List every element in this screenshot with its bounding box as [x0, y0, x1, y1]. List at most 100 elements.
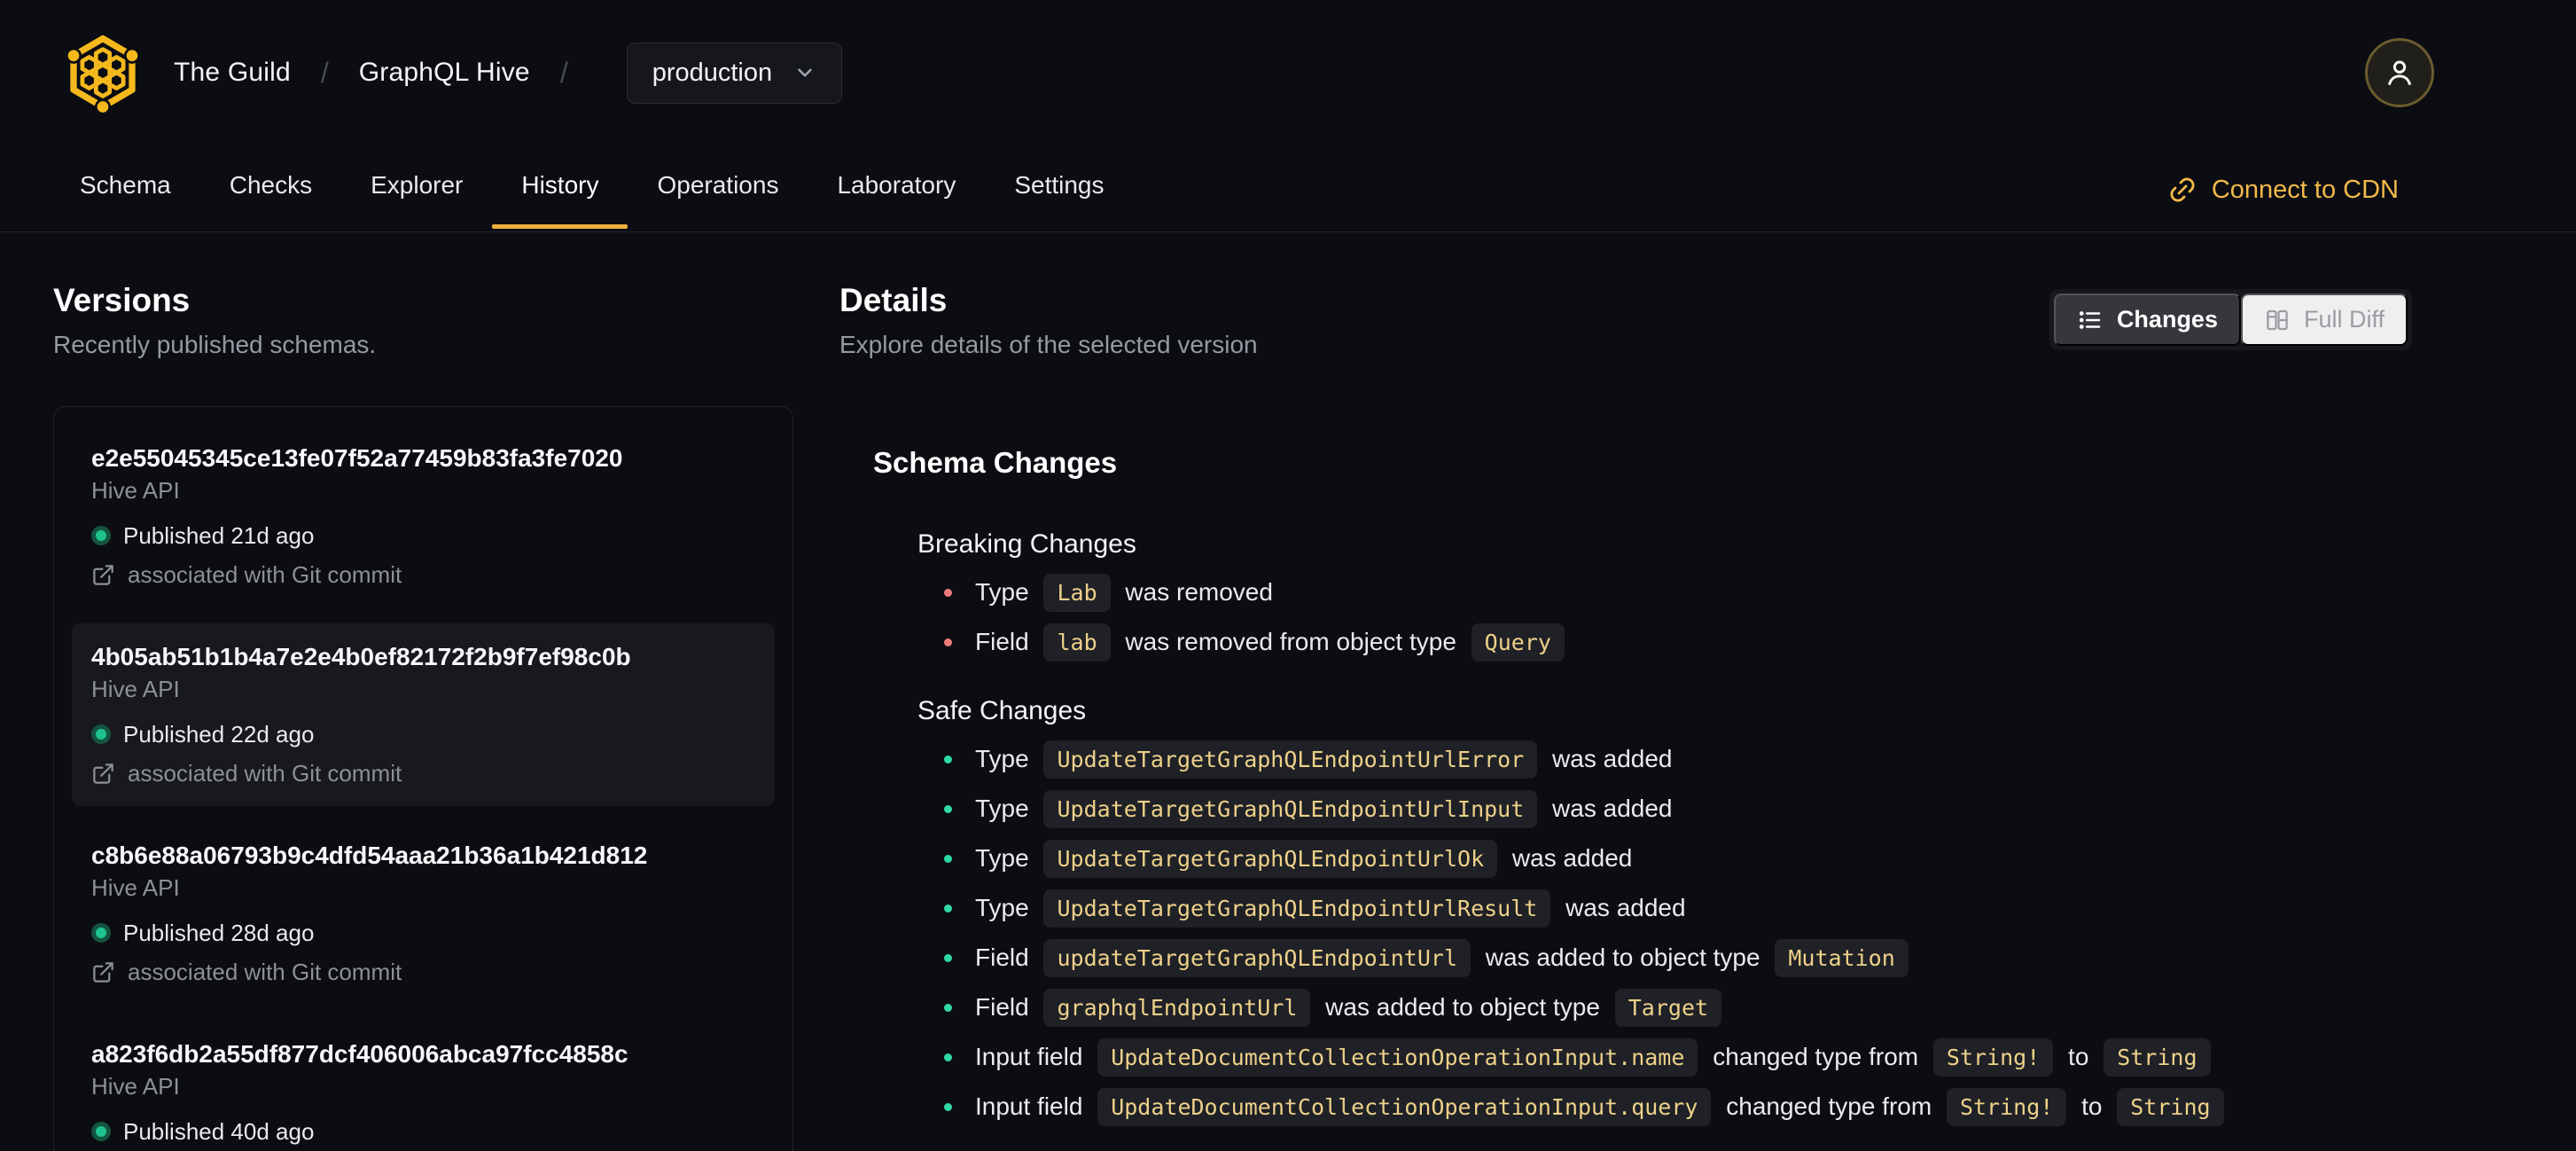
version-item[interactable]: 4b05ab51b1b4a7e2e4b0ef82172f2b9f7ef98c0b… [72, 623, 775, 806]
breaking-changes-title: Breaking Changes [917, 529, 1136, 559]
version-hash: c8b6e88a06793b9c4dfd54aaa21b36a1b421d812 [91, 842, 648, 869]
change-text: was added [1558, 894, 1686, 921]
tab-laboratory[interactable]: Laboratory [808, 171, 985, 231]
change-item: Type UpdateTargetGraphQLEndpointUrlResul… [917, 883, 2412, 933]
bullet-icon [944, 1102, 952, 1111]
change-text: was removed from object type [1118, 628, 1464, 655]
version-service: Hive API [91, 1073, 180, 1100]
change-item: Field updateTargetGraphQLEndpointUrl was… [917, 933, 2412, 983]
external-link-icon [93, 763, 113, 784]
change-item: Type UpdateTargetGraphQLEndpointUrlOk wa… [917, 834, 2412, 883]
version-git-link[interactable]: associated with Git commit [91, 561, 755, 588]
version-item[interactable]: e2e55045345ce13fe07f52a77459b83fa3fe7020… [72, 425, 775, 607]
change-item: Field lab was removed from object type Q… [917, 617, 2412, 667]
code-chip: String [2104, 1037, 2211, 1077]
version-published: Published 28d ago [91, 920, 755, 946]
breaking-changes-list: Type Lab was removed Field lab was remove… [917, 568, 2412, 667]
change-text: Type [975, 795, 1036, 822]
version-service: Hive API [91, 477, 180, 504]
safe-changes-title: Safe Changes [917, 696, 1087, 725]
code-chip: String! [1946, 1087, 2067, 1126]
code-chip: Target [1614, 988, 1722, 1027]
version-published: Published 22d ago [91, 721, 755, 748]
breadcrumb-separator: / [320, 56, 329, 89]
connect-to-cdn-label: Connect to CDN [2211, 175, 2399, 204]
version-hash: 4b05ab51b1b4a7e2e4b0ef82172f2b9f7ef98c0b [91, 643, 631, 670]
git-commit-label: associated with Git commit [128, 959, 402, 985]
code-chip: graphqlEndpointUrl [1043, 988, 1311, 1027]
bullet-icon [944, 854, 952, 863]
bullet-icon [944, 953, 952, 962]
version-service: Hive API [91, 676, 180, 702]
connect-to-cdn-button[interactable]: Connect to CDN [2167, 175, 2399, 231]
version-published: Published 40d ago [91, 1118, 755, 1145]
change-text: to [2061, 1043, 2096, 1070]
change-text: Field [975, 944, 1036, 971]
change-text: changed type from [1719, 1092, 1939, 1120]
code-chip: Mutation [1775, 938, 1909, 977]
breadcrumb-org[interactable]: The Guild [174, 58, 291, 88]
full-diff-view-label: Full Diff [2303, 306, 2385, 333]
published-label: Published 22d ago [123, 721, 315, 748]
published-dot-icon [91, 923, 111, 943]
bullet-icon [944, 1053, 952, 1061]
change-item: Type Lab was removed [917, 568, 2412, 617]
change-item: Type UpdateTargetGraphQLEndpointUrlInput… [917, 784, 2412, 834]
breaking-changes-group: Breaking Changes Type Lab was removed Fie… [917, 530, 2412, 667]
code-chip: UpdateTargetGraphQLEndpointUrlResult [1043, 889, 1551, 928]
change-item: Input field UpdateDocumentCollectionOper… [917, 1032, 2412, 1082]
change-text: Type [975, 844, 1036, 872]
external-link-icon [93, 564, 113, 585]
version-item[interactable]: a823f6db2a55df877dcf406006abca97fcc4858c… [72, 1021, 775, 1151]
versions-subtitle: Recently published schemas. [53, 331, 377, 358]
code-chip: UpdateTargetGraphQLEndpointUrlOk [1043, 839, 1498, 878]
breadcrumb: The Guild / GraphQL Hive / [174, 57, 598, 90]
target-selector-value: production [652, 58, 773, 87]
version-hash: e2e55045345ce13fe07f52a77459b83fa3fe7020 [91, 444, 623, 472]
change-text: Type [975, 578, 1036, 606]
hive-logo-icon[interactable] [64, 33, 142, 113]
change-text: was added [1545, 795, 1673, 822]
user-avatar[interactable] [2365, 38, 2434, 107]
schema-changes-section: Schema Changes Breaking Changes Type Lab… [873, 447, 2412, 1131]
published-dot-icon [91, 1122, 111, 1141]
code-chip: UpdateTargetGraphQLEndpointUrlError [1043, 740, 1538, 779]
person-icon [2388, 60, 2411, 85]
version-git-link[interactable]: associated with Git commit [91, 760, 755, 787]
versions-panel: Versions Recently published schemas. e2e… [53, 284, 793, 1151]
version-git-link[interactable]: associated with Git commit [91, 959, 755, 985]
tab-schema[interactable]: Schema [51, 171, 200, 231]
code-chip: Lab [1043, 573, 1111, 612]
code-chip: Query [1471, 622, 1565, 662]
details-panel: Details Explore details of the selected … [839, 284, 2412, 1151]
main-nav: Schema Checks Explorer History Operations Lab… [0, 119, 2576, 232]
version-item[interactable]: c8b6e88a06793b9c4dfd54aaa21b36a1b421d812… [72, 822, 775, 1005]
tab-settings[interactable]: Settings [985, 171, 1133, 231]
code-chip: updateTargetGraphQLEndpointUrl [1043, 938, 1471, 977]
change-text: Field [975, 993, 1036, 1021]
code-chip: UpdateTargetGraphQLEndpointUrlInput [1043, 789, 1538, 828]
change-item: Type UpdateTargetGraphQLEndpointUrlError… [917, 734, 2412, 784]
tab-history[interactable]: History [492, 171, 628, 231]
change-text: was added to object type [1479, 944, 1768, 971]
changes-view-button[interactable]: Changes [2053, 294, 2241, 346]
change-text: Field [975, 628, 1036, 655]
published-label: Published 28d ago [123, 920, 315, 946]
link-icon [2170, 177, 2195, 202]
version-published: Published 21d ago [91, 522, 755, 549]
target-selector[interactable]: production [626, 42, 843, 104]
full-diff-view-button[interactable]: Full Diff [2240, 294, 2408, 346]
tab-explorer[interactable]: Explorer [341, 171, 492, 231]
chevron-down-icon [798, 68, 812, 77]
tab-checks[interactable]: Checks [200, 171, 341, 231]
change-text: was added [1505, 844, 1633, 872]
change-text: Input field [975, 1092, 1090, 1120]
version-service: Hive API [91, 874, 180, 901]
details-header: Details Explore details of the selected … [839, 284, 2412, 358]
safe-changes-group: Safe Changes Type UpdateTargetGraphQLEnd… [917, 697, 2412, 1131]
tab-operations[interactable]: Operations [628, 171, 808, 231]
view-toggle: Changes Full Diff [2049, 289, 2412, 350]
safe-changes-list: Type UpdateTargetGraphQLEndpointUrlError… [917, 734, 2412, 1131]
breadcrumb-project[interactable]: GraphQL Hive [359, 58, 530, 88]
bullet-icon [944, 804, 952, 813]
